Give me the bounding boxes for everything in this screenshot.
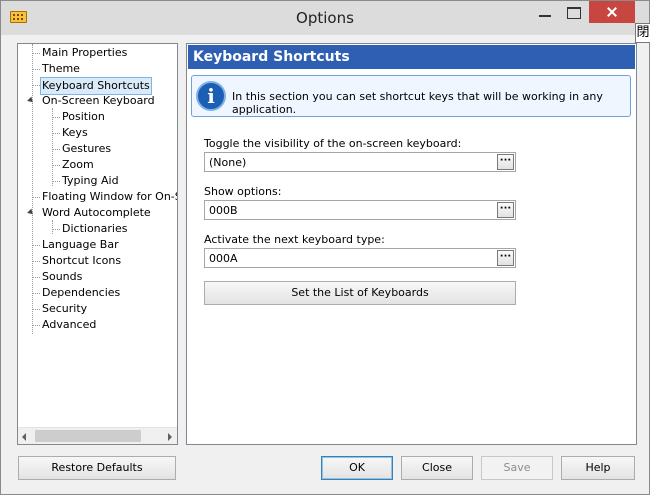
info-text: In this section you can set shortcut key… — [232, 90, 603, 116]
options-window: Options 閉 Main Properties Theme Keyboard… — [0, 0, 650, 495]
ime-indicator: 閉 — [635, 23, 650, 43]
horizontal-scrollbar[interactable] — [18, 427, 177, 444]
info-box: i In this section you can set shortcut k… — [191, 75, 631, 117]
set-keyboard-list-button[interactable]: Set the List of Keyboards — [204, 281, 516, 305]
show-options-label: Show options: — [204, 185, 282, 198]
settings-tree[interactable]: Main Properties Theme Keyboard Shortcuts… — [17, 43, 178, 445]
save-button: Save — [481, 456, 553, 480]
tree-connector — [32, 44, 33, 334]
next-keyboard-field[interactable]: 000A ··· — [204, 248, 516, 268]
info-icon: i — [196, 81, 226, 111]
scroll-left-icon[interactable] — [22, 433, 26, 441]
next-keyboard-label: Activate the next keyboard type: — [204, 233, 385, 246]
toggle-visibility-label: Toggle the visibility of the on-screen k… — [204, 137, 462, 150]
toggle-visibility-value: (None) — [209, 156, 247, 169]
close-window-button[interactable] — [589, 1, 635, 23]
show-options-field[interactable]: 000B ··· — [204, 200, 516, 220]
show-options-browse-button[interactable]: ··· — [497, 202, 514, 218]
tree-connector — [52, 108, 53, 186]
next-keyboard-browse-button[interactable]: ··· — [497, 250, 514, 266]
help-button[interactable]: Help — [561, 456, 635, 480]
ok-button[interactable]: OK — [321, 456, 393, 480]
minimize-button[interactable] — [531, 1, 559, 23]
expand-arrow-icon[interactable] — [27, 96, 35, 105]
settings-panel: Keyboard Shortcuts i In this section you… — [186, 43, 637, 445]
scroll-right-icon[interactable] — [168, 433, 172, 441]
scrollbar-thumb[interactable] — [35, 430, 141, 442]
toggle-visibility-browse-button[interactable]: ··· — [497, 154, 514, 170]
section-header: Keyboard Shortcuts — [188, 45, 635, 69]
tree-connector — [52, 220, 53, 234]
restore-defaults-button[interactable]: Restore Defaults — [18, 456, 176, 480]
expand-arrow-icon[interactable] — [27, 208, 35, 217]
toggle-visibility-field[interactable]: (None) ··· — [204, 152, 516, 172]
title-bar: Options — [1, 1, 649, 35]
maximize-button[interactable] — [559, 1, 587, 23]
next-keyboard-value: 000A — [209, 252, 238, 265]
show-options-value: 000B — [209, 204, 238, 217]
close-button[interactable]: Close — [401, 456, 473, 480]
